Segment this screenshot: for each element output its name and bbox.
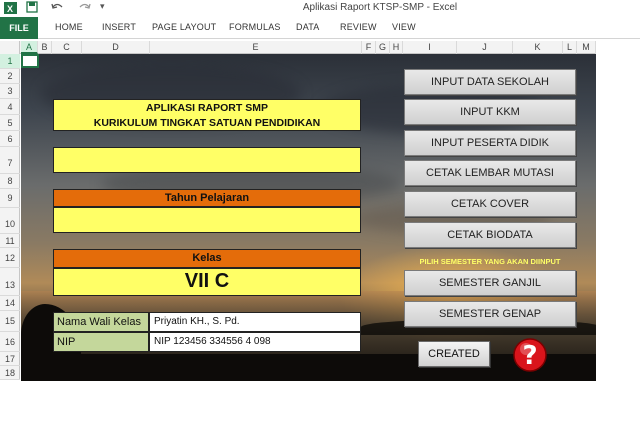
nip-label: NIP: [53, 332, 149, 352]
row-header-8[interactable]: 8: [0, 174, 20, 189]
row-header-12[interactable]: 12: [0, 248, 20, 268]
app-title-line-1: APLIKASI RAPORT SMP: [146, 102, 268, 114]
window-title: Aplikasi Raport KTSP-SMP - Excel: [302, 2, 458, 13]
tab-insert[interactable]: INSERT: [102, 22, 136, 32]
semester-hint-text: PILIH SEMESTER YANG AKAN DIINPUT: [419, 257, 561, 266]
row-header-2[interactable]: 2: [0, 69, 20, 84]
column-headers: A B C D E F G H I J K L M: [0, 41, 596, 54]
tab-data[interactable]: DATA: [296, 22, 319, 32]
column-header-i[interactable]: I: [403, 41, 457, 54]
row-header-15[interactable]: 15: [0, 311, 20, 332]
column-header-b[interactable]: B: [38, 41, 52, 54]
column-header-h[interactable]: H: [390, 41, 403, 54]
row-header-14[interactable]: 14: [0, 296, 20, 311]
column-header-a[interactable]: A: [21, 41, 38, 54]
ribbon-tabs: FILE HOME INSERT PAGE LAYOUT FORMULAS DA…: [0, 17, 640, 39]
column-header-j[interactable]: J: [457, 41, 513, 54]
column-header-k[interactable]: K: [513, 41, 563, 54]
input-peserta-didik-button[interactable]: INPUT PESERTA DIDIK: [404, 130, 576, 156]
tab-view[interactable]: VIEW: [392, 22, 416, 32]
tab-file[interactable]: FILE: [0, 17, 38, 39]
row-header-7[interactable]: 7: [0, 147, 20, 174]
semester-genap-button[interactable]: SEMESTER GENAP: [404, 301, 576, 327]
wali-kelas-field[interactable]: Priyatin KH., S. Pd.: [149, 312, 361, 332]
input-data-sekolah-button[interactable]: INPUT DATA SEKOLAH: [404, 69, 576, 95]
row-headers: 1 2 3 4 5 6 7 8 9 10 11 12 13 14 15 16 1…: [0, 54, 20, 380]
column-header-l[interactable]: L: [563, 41, 577, 54]
column-header-e[interactable]: E: [150, 41, 362, 54]
title-bar: X ▾ Aplikasi Raport KTSP-SMP - Excel: [0, 0, 640, 17]
tab-review[interactable]: REVIEW: [340, 22, 377, 32]
column-header-g[interactable]: G: [376, 41, 390, 54]
title-box: APLIKASI RAPORT SMP KURIKULUM TINGKAT SA…: [53, 99, 361, 131]
tahun-pelajaran-label: Tahun Pelajaran: [53, 189, 361, 207]
nip-field[interactable]: NIP 123456 334556 4 098: [149, 332, 361, 352]
kelas-value: VII C: [184, 270, 230, 292]
row-header-18[interactable]: 18: [0, 366, 20, 380]
row-header-11[interactable]: 11: [0, 234, 20, 248]
app-title-line-2: KURIKULUM TINGKAT SATUAN PENDIDIKAN: [93, 117, 321, 129]
kelas-label: Kelas: [53, 249, 361, 268]
school-name-field[interactable]: [53, 147, 361, 173]
created-button[interactable]: CREATED: [418, 341, 490, 367]
row-header-13[interactable]: 13: [0, 268, 20, 296]
row-header-4[interactable]: 4: [0, 99, 20, 115]
cetak-lembar-mutasi-button[interactable]: CETAK LEMBAR MUTASI: [404, 160, 576, 186]
sheet-empty-margin: [596, 41, 640, 381]
tahun-pelajaran-field[interactable]: [53, 207, 361, 233]
semester-ganjil-button[interactable]: SEMESTER GANJIL: [404, 270, 576, 296]
row-header-16[interactable]: 16: [0, 332, 20, 352]
tab-formulas[interactable]: FORMULAS: [229, 22, 281, 32]
row-header-1[interactable]: 1: [0, 54, 20, 69]
row-header-9[interactable]: 9: [0, 189, 20, 208]
row-header-3[interactable]: 3: [0, 84, 20, 99]
column-header-d[interactable]: D: [82, 41, 150, 54]
tab-page-layout[interactable]: PAGE LAYOUT: [152, 22, 216, 32]
column-header-m[interactable]: M: [577, 41, 596, 54]
wali-kelas-label: Nama Wali Kelas: [53, 312, 149, 332]
help-icon[interactable]: ?: [512, 337, 548, 373]
cetak-biodata-button[interactable]: CETAK BIODATA: [404, 222, 576, 248]
row-header-5[interactable]: 5: [0, 115, 20, 131]
input-kkm-button[interactable]: INPUT KKM: [404, 99, 576, 125]
kelas-field[interactable]: VII C: [53, 268, 361, 296]
tab-home[interactable]: HOME: [55, 22, 83, 32]
help-glyph: ?: [522, 341, 537, 371]
row-header-10[interactable]: 10: [0, 208, 20, 234]
column-header-f[interactable]: F: [362, 41, 376, 54]
row-header-6[interactable]: 6: [0, 131, 20, 147]
cetak-cover-button[interactable]: CETAK COVER: [404, 191, 576, 217]
column-header-c[interactable]: C: [52, 41, 82, 54]
active-cell-a1[interactable]: [21, 54, 39, 68]
row-header-17[interactable]: 17: [0, 352, 20, 366]
select-all-corner[interactable]: [0, 41, 20, 54]
